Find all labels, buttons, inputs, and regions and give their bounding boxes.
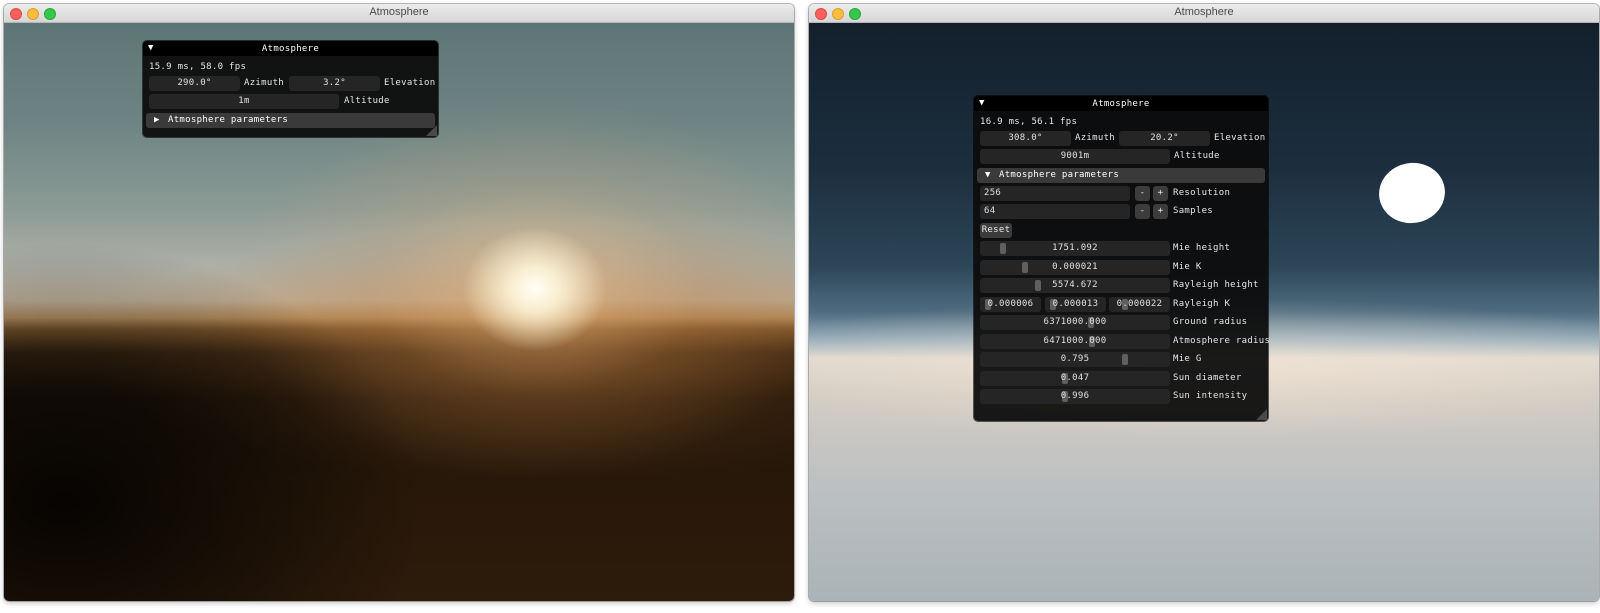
elevation-label: Elevation (1214, 133, 1266, 143)
slider-grab[interactable] (1034, 280, 1041, 291)
window-title: Atmosphere (369, 6, 429, 18)
rayleigh-k-g-slider[interactable]: 0.000013 (1045, 297, 1106, 312)
reset-button[interactable]: Reset (980, 223, 1012, 238)
ground-radius-label: Ground radius (1173, 317, 1248, 327)
atmosphere-panel: ▼ Atmosphere 16.9 ms, 56.1 fps 308.0° Az… (974, 96, 1271, 421)
sun-disc (1374, 157, 1450, 229)
atmosphere-parameters-header[interactable]: ▼ Atmosphere parameters (977, 168, 1265, 183)
elevation-field[interactable]: 20.2° (1119, 131, 1210, 146)
altitude-label: Altitude (1174, 151, 1220, 161)
rayleigh-k-b-slider[interactable]: 0.000022 (1109, 297, 1170, 312)
altitude-field[interactable]: 1m (149, 94, 339, 109)
mie-height-label: Mie height (1173, 243, 1231, 253)
azimuth-label: Azimuth (244, 78, 285, 88)
mie-k-label: Mie K (1173, 262, 1202, 272)
expand-triangle-icon: ▶ (154, 115, 160, 125)
panel-header[interactable]: ▼ Atmosphere (143, 41, 438, 56)
mie-height-slider[interactable]: 1751.092 (980, 241, 1170, 256)
rayleigh-height-slider[interactable]: 5574.672 (980, 278, 1170, 293)
rayleigh-k-r-slider[interactable]: 0.000006 (980, 297, 1041, 312)
sun-diameter-label: Sun diameter (1173, 373, 1242, 383)
frame-timing: 15.9 ms, 58.0 fps (149, 62, 247, 72)
resolution-label: Resolution (1173, 188, 1231, 198)
atmosphere-radius-label: Atmosphere radius (1173, 336, 1271, 346)
resolution-decrement-button[interactable]: - (1135, 186, 1150, 201)
frame-timing: 16.9 ms, 56.1 fps (980, 117, 1078, 127)
panel-title: Atmosphere (261, 44, 320, 54)
slider-grab[interactable] (1022, 262, 1029, 273)
sun-intensity-label: Sun intensity (1173, 391, 1248, 401)
azimuth-field[interactable]: 308.0° (980, 131, 1071, 146)
atmosphere-parameters-header[interactable]: ▶ Atmosphere parameters (146, 113, 435, 128)
azimuth-label: Azimuth (1075, 133, 1116, 143)
resize-grip-icon[interactable] (1256, 409, 1267, 420)
high-altitude-render-viewport[interactable]: ▼ Atmosphere 16.9 ms, 56.1 fps 308.0° Az… (809, 23, 1599, 601)
samples-input[interactable]: 64 (980, 204, 1130, 219)
window-title: Atmosphere (1174, 6, 1234, 18)
altitude-field[interactable]: 9001m (980, 149, 1170, 164)
slider-grab[interactable] (1000, 243, 1007, 254)
panel-title: Atmosphere (1092, 99, 1150, 109)
resolution-input[interactable]: 256 (980, 186, 1130, 201)
mie-k-slider[interactable]: 0.000021 (980, 260, 1170, 275)
title-bar[interactable]: Atmosphere (4, 4, 794, 23)
samples-label: Samples (1173, 206, 1214, 216)
samples-increment-button[interactable]: + (1153, 204, 1168, 219)
panel-header[interactable]: ▼ Atmosphere (974, 96, 1268, 111)
mie-g-label: Mie G (1173, 354, 1202, 364)
atmosphere-radius-slider[interactable]: 6471000.000 (980, 334, 1170, 349)
rayleigh-k-label: Rayleigh K (1173, 299, 1231, 309)
rayleigh-height-label: Rayleigh height (1173, 280, 1259, 290)
samples-decrement-button[interactable]: - (1135, 204, 1150, 219)
elevation-label: Elevation (384, 78, 436, 88)
sunset-render-viewport[interactable]: ▼ Atmosphere 15.9 ms, 58.0 fps 290.0° Az… (4, 23, 794, 601)
title-bar[interactable]: Atmosphere (809, 4, 1599, 23)
resolution-increment-button[interactable]: + (1153, 186, 1168, 201)
sun-intensity-slider[interactable]: 0.996 (980, 389, 1170, 404)
altitude-label: Altitude (344, 96, 390, 106)
slider-grab[interactable] (1122, 354, 1129, 365)
atmosphere-panel: ▼ Atmosphere 15.9 ms, 58.0 fps 290.0° Az… (143, 41, 438, 137)
collapse-triangle-icon: ▼ (985, 170, 991, 180)
atmosphere-window-right: Atmosphere ▼ Atmosphere 16.9 ms, 56.1 fp… (809, 4, 1599, 601)
ground-radius-slider[interactable]: 6371000.000 (980, 315, 1170, 330)
elevation-field[interactable]: 3.2° (289, 76, 380, 91)
sun-diameter-slider[interactable]: 0.047 (980, 371, 1170, 386)
resize-grip-icon[interactable] (426, 125, 437, 136)
mie-g-slider[interactable]: 0.795 (980, 352, 1170, 367)
azimuth-field[interactable]: 290.0° (149, 76, 240, 91)
atmosphere-window-left: Atmosphere ▼ Atmosphere 15.9 ms, 58.0 fp… (4, 4, 794, 601)
